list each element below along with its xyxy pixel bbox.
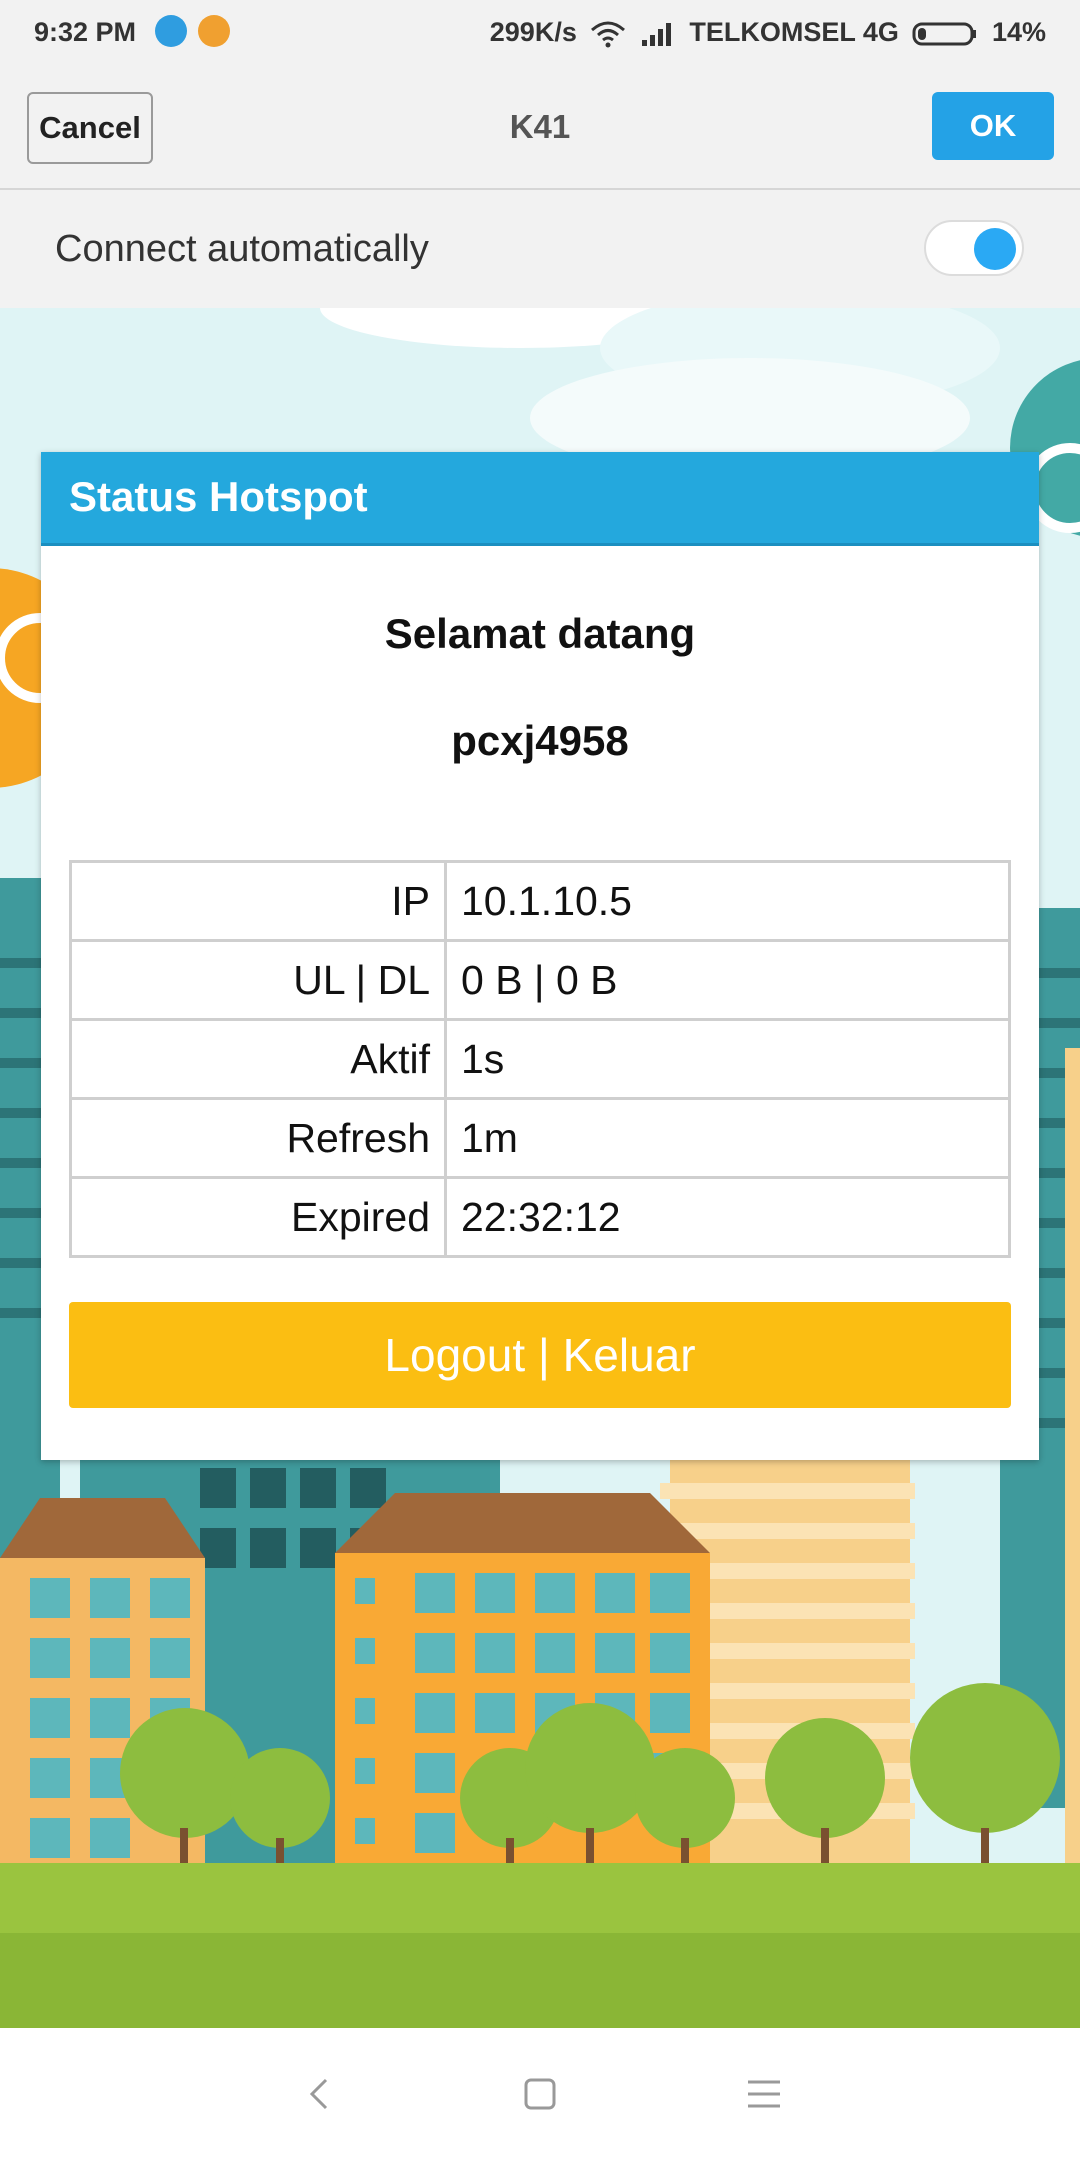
network-speed: 299K/s xyxy=(489,17,577,47)
row-value: 10.1.10.5 xyxy=(444,860,1011,942)
row-key: UL | DL xyxy=(69,939,447,1021)
connect-automatically-toggle[interactable] xyxy=(924,220,1024,276)
table-row: UL | DL 0 B | 0 B xyxy=(69,939,1011,1021)
battery-icon xyxy=(912,22,977,46)
status-table: IP 10.1.10.5 UL | DL 0 B | 0 B Aktif 1s … xyxy=(69,860,1011,1258)
row-key: Aktif xyxy=(69,1018,447,1100)
top-bar: Cancel K41 OK xyxy=(0,66,1080,190)
wifi-app-icon xyxy=(155,15,187,47)
row-key: IP xyxy=(69,860,447,942)
status-time: 9:32 PM xyxy=(34,17,137,47)
carrier-name: TELKOMSEL 4G xyxy=(689,17,899,47)
row-key: Expired xyxy=(69,1176,447,1258)
row-key: Refresh xyxy=(69,1097,447,1179)
home-icon[interactable] xyxy=(520,2074,560,2114)
menu-icon[interactable] xyxy=(744,2074,784,2114)
signal-icon xyxy=(641,22,671,46)
row-value: 22:32:12 xyxy=(444,1176,1011,1258)
dialog-title: Status Hotspot xyxy=(41,452,1039,546)
toggle-knob xyxy=(974,228,1016,270)
connect-automatically-row: Connect automatically xyxy=(0,190,1080,308)
wifi-icon xyxy=(591,21,626,48)
battery-percent: 14% xyxy=(991,17,1046,47)
app-icon xyxy=(198,15,230,47)
navigation-bar xyxy=(0,2028,1080,2160)
table-row: Refresh 1m xyxy=(69,1097,1011,1179)
row-value: 1s xyxy=(444,1018,1011,1100)
row-value: 0 B | 0 B xyxy=(444,939,1011,1021)
table-row: IP 10.1.10.5 xyxy=(69,860,1011,942)
page-title: K41 xyxy=(509,108,571,145)
connect-automatically-label: Connect automatically xyxy=(55,228,429,270)
back-icon[interactable] xyxy=(300,2074,340,2114)
row-value: 1m xyxy=(444,1097,1011,1179)
logout-button[interactable]: Logout | Keluar xyxy=(69,1302,1011,1408)
welcome-text: Selamat datang xyxy=(384,610,696,657)
username-text: pcxj4958 xyxy=(451,717,629,764)
status-bar: 9:32 PM 299K/s TELKOMSEL 4G 14% xyxy=(0,0,1080,66)
ok-button[interactable]: OK xyxy=(932,92,1054,160)
table-row: Aktif 1s xyxy=(69,1018,1011,1100)
table-row: Expired 22:32:12 xyxy=(69,1176,1011,1258)
status-hotspot-dialog: Status Hotspot Selamat datang pcxj4958 I… xyxy=(41,452,1039,1460)
status-right: 299K/s TELKOMSEL 4G 14% xyxy=(490,17,1046,48)
